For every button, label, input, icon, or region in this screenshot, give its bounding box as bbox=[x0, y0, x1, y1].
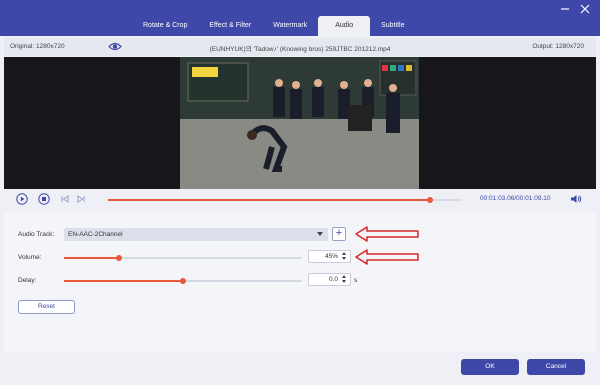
tab-rotate-crop[interactable]: Rotate & Crop bbox=[132, 16, 198, 36]
time-display: 00:01:03.06/00:01:09.10 bbox=[480, 195, 551, 202]
footer: OK Cancel bbox=[0, 352, 600, 385]
next-frame-icon[interactable] bbox=[76, 194, 86, 206]
audio-track-value: EN-AAC-2Channel bbox=[68, 231, 123, 238]
volume-slider-fill bbox=[64, 257, 119, 259]
delay-stepper[interactable] bbox=[308, 273, 351, 286]
delay-slider-fill bbox=[64, 280, 183, 282]
file-name: (EUNHYUK)의 'Tadow♪' (Knowing bros) 259JT… bbox=[209, 46, 391, 53]
play-icon[interactable] bbox=[16, 193, 28, 207]
audio-track-select[interactable]: EN-AAC-2Channel bbox=[64, 228, 328, 241]
stop-icon[interactable] bbox=[38, 193, 50, 207]
cancel-button[interactable]: Cancel bbox=[527, 359, 585, 375]
delay-input[interactable] bbox=[311, 275, 338, 284]
delay-label: Delay: bbox=[18, 277, 37, 284]
seek-bar-progress bbox=[108, 199, 431, 201]
delay-slider[interactable] bbox=[64, 278, 302, 284]
info-bar: Original: 1280x720 (EUNHYUK)의 'Tadow♪' (… bbox=[4, 38, 596, 56]
volume-decrease-icon[interactable] bbox=[342, 257, 346, 260]
delay-unit: s bbox=[354, 277, 358, 284]
volume-slider[interactable] bbox=[64, 255, 302, 261]
seek-bar-handle[interactable] bbox=[427, 197, 434, 203]
tab-audio[interactable]: Audio bbox=[318, 16, 371, 36]
volume-input[interactable] bbox=[311, 252, 338, 261]
output-resolution: Output: 1280x720 bbox=[532, 43, 584, 50]
player-controls: 00:01:03.06/00:01:09.10 bbox=[4, 189, 596, 209]
video-frame bbox=[180, 57, 419, 189]
reset-button[interactable]: Reset bbox=[18, 300, 75, 314]
annotation-arrow-icon bbox=[355, 249, 419, 265]
audio-track-label: Audio Track: bbox=[18, 231, 55, 238]
chevron-down-icon bbox=[317, 232, 323, 236]
volume-slider-handle[interactable] bbox=[115, 255, 122, 261]
volume-increase-icon[interactable] bbox=[342, 252, 346, 255]
previous-frame-icon[interactable] bbox=[60, 194, 70, 206]
title-bar: Rotate & Crop Effect & Filter Watermark … bbox=[0, 0, 600, 36]
volume-stepper-arrows bbox=[341, 251, 349, 262]
add-audio-track-button[interactable]: + bbox=[332, 227, 346, 241]
tab-effect-filter[interactable]: Effect & Filter bbox=[198, 16, 262, 36]
annotation-arrow-icon bbox=[355, 226, 419, 242]
tab-bar: Rotate & Crop Effect & Filter Watermark … bbox=[132, 16, 415, 36]
delay-stepper-arrows bbox=[341, 274, 349, 285]
tab-watermark[interactable]: Watermark bbox=[262, 16, 318, 36]
video-preview bbox=[4, 57, 596, 189]
delay-slider-handle[interactable] bbox=[180, 278, 186, 284]
ok-button[interactable]: OK bbox=[461, 359, 519, 375]
tab-subtitle[interactable]: Subtitle bbox=[370, 16, 415, 36]
volume-icon[interactable] bbox=[570, 193, 582, 207]
delay-decrease-icon[interactable] bbox=[342, 280, 346, 283]
delay-increase-icon[interactable] bbox=[342, 275, 346, 278]
volume-label: Volume: bbox=[18, 254, 42, 261]
volume-stepper[interactable] bbox=[308, 250, 351, 263]
minimize-icon[interactable] bbox=[560, 4, 570, 14]
audio-settings-panel: Audio Track: EN-AAC-2Channel + Volume: D… bbox=[4, 213, 596, 352]
close-icon[interactable] bbox=[580, 4, 590, 14]
seek-bar[interactable] bbox=[108, 197, 462, 203]
